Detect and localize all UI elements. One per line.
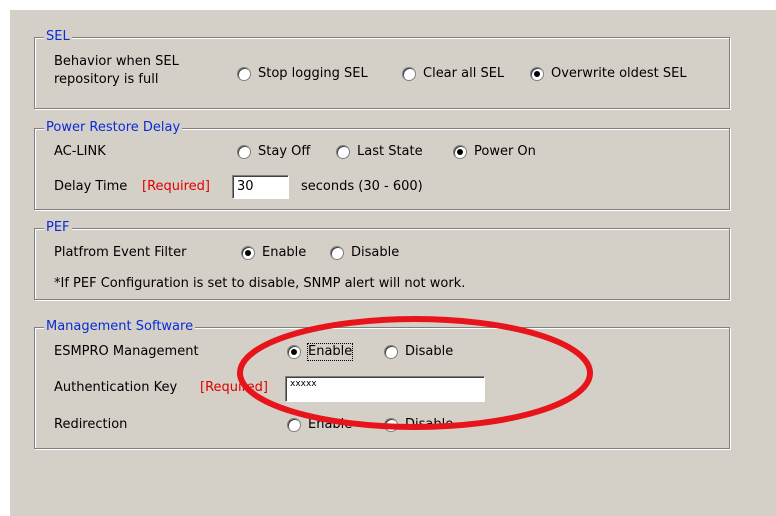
pef-note: *If PEF Configuration is set to disable,… <box>54 276 466 291</box>
radio-pef-enable[interactable]: Enable <box>241 245 306 261</box>
radio-stay-off[interactable]: Stay Off <box>237 144 310 160</box>
radio-pef-disable[interactable]: Disable <box>330 245 399 261</box>
radio-label: Power On <box>474 144 536 159</box>
redirection-label: Redirection <box>54 417 128 432</box>
radio-label: Enable <box>306 343 354 361</box>
radio-stop-logging-sel[interactable]: Stop logging SEL <box>237 66 368 82</box>
radio-button[interactable] <box>402 67 416 81</box>
sel-behavior-label-line2: repository is full <box>54 72 159 87</box>
delay-time-hint: seconds (30 - 600) <box>301 179 423 194</box>
settings-panel: SEL Behavior when SEL repository is full… <box>10 10 776 516</box>
radio-button[interactable] <box>453 145 467 159</box>
delay-time-input[interactable]: 30 <box>232 175 289 199</box>
radio-label: Overwrite oldest SEL <box>551 66 687 81</box>
radio-button[interactable] <box>237 145 251 159</box>
radio-label: Enable <box>308 417 353 432</box>
radio-button[interactable] <box>241 246 255 260</box>
sel-legend: SEL <box>44 29 72 45</box>
radio-overwrite-oldest-sel[interactable]: Overwrite oldest SEL <box>530 66 687 82</box>
radio-label: Disable <box>405 417 454 432</box>
sel-behavior-label-line1: Behavior when SEL <box>54 54 179 69</box>
radio-clear-all-sel[interactable]: Clear all SEL <box>402 66 504 82</box>
sel-group: SEL Behavior when SEL repository is full… <box>34 29 730 109</box>
radio-label: Last State <box>357 144 423 159</box>
management-software-group: Management Software ESMPRO Management En… <box>34 319 730 449</box>
ac-link-label: AC-LINK <box>54 144 106 159</box>
delay-time-required-tag: [Required] <box>142 179 211 194</box>
radio-button[interactable] <box>330 246 344 260</box>
platform-event-filter-label: Platfrom Event Filter <box>54 245 187 260</box>
radio-button[interactable] <box>384 345 398 359</box>
management-software-legend: Management Software <box>44 319 196 335</box>
radio-esmpro-disable[interactable]: Disable <box>384 344 453 360</box>
radio-redirection-disable[interactable]: Disable <box>384 417 453 433</box>
delay-time-label: Delay Time <box>54 179 128 194</box>
authentication-key-required-tag: [Required] <box>200 380 269 395</box>
radio-button[interactable] <box>287 418 301 432</box>
radio-button[interactable] <box>237 67 251 81</box>
radio-button[interactable] <box>384 418 398 432</box>
radio-label: Disable <box>351 245 400 260</box>
authentication-key-input[interactable]: xxxxx <box>285 376 485 402</box>
radio-label: Stay Off <box>258 144 311 159</box>
radio-esmpro-enable[interactable]: Enable <box>287 343 354 361</box>
radio-button[interactable] <box>287 345 301 359</box>
esmpro-management-label: ESMPRO Management <box>54 344 199 359</box>
radio-button[interactable] <box>530 67 544 81</box>
radio-label: Enable <box>262 245 307 260</box>
radio-label: Disable <box>405 344 454 359</box>
pef-legend: PEF <box>44 220 72 236</box>
radio-redirection-enable[interactable]: Enable <box>287 417 352 433</box>
authentication-key-label: Authentication Key <box>54 380 178 395</box>
power-restore-legend: Power Restore Delay <box>44 120 183 136</box>
radio-last-state[interactable]: Last State <box>336 144 423 160</box>
power-restore-group: Power Restore Delay AC-LINK Stay Off Las… <box>34 120 730 210</box>
radio-button[interactable] <box>336 145 350 159</box>
pef-group: PEF Platfrom Event Filter Enable Disable… <box>34 220 730 300</box>
radio-label: Stop logging SEL <box>258 66 368 81</box>
radio-power-on[interactable]: Power On <box>453 144 536 160</box>
radio-label: Clear all SEL <box>423 66 505 81</box>
